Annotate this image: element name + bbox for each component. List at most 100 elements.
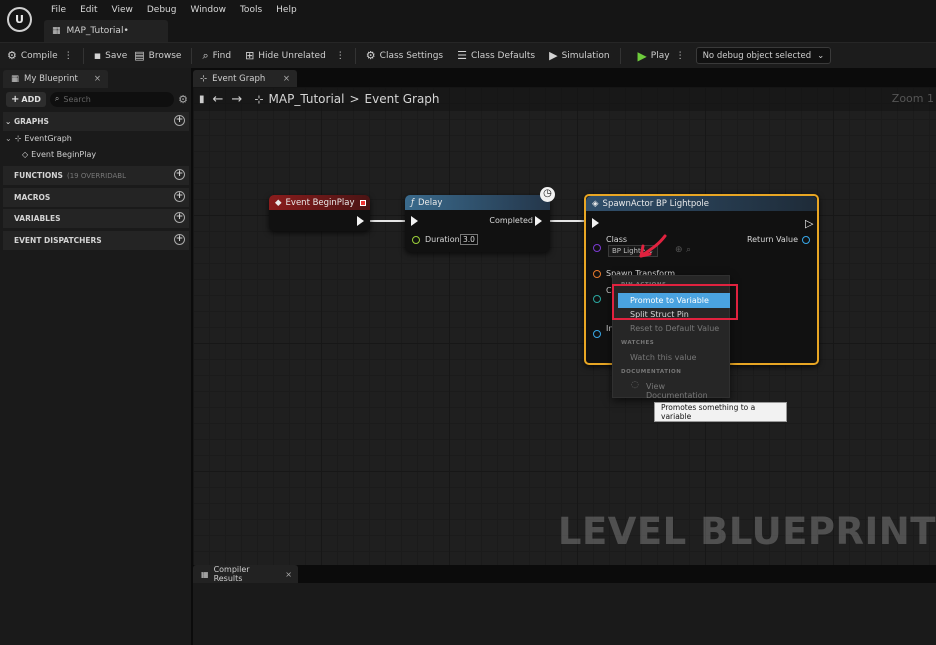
tab-my-blueprint[interactable]: ▦ My Blueprint ×: [3, 70, 108, 88]
close-icon[interactable]: ×: [94, 74, 101, 84]
node-event-beginplay[interactable]: ◆ Event BeginPlay: [269, 195, 370, 231]
exec-in-pin[interactable]: [592, 218, 599, 228]
simulation-button[interactable]: ▶ Simulation: [542, 45, 616, 67]
class-defaults-label: Class Defaults: [471, 50, 536, 61]
find-icon: ⌕: [202, 48, 209, 62]
hide-unrelated-button[interactable]: ⊞ Hide Unrelated ⋮: [238, 45, 352, 67]
settings-gear-icon[interactable]: ⚙: [178, 93, 188, 106]
search-input[interactable]: ⌕ Search: [49, 91, 175, 107]
my-blueprint-panel: ▦ My Blueprint × + ADD ⌕ Search ⚙ ⌄ GRAP…: [0, 68, 191, 645]
toolbar: ⚙ Compile ⋮ ▪ Save ▤ Browse ⌕ Find ⊞ Hid…: [0, 42, 936, 68]
play-button[interactable]: ▶ Play ⋮: [624, 45, 692, 67]
close-icon[interactable]: ×: [283, 74, 290, 84]
return-value-pin[interactable]: [802, 236, 810, 244]
tab-compiler-results[interactable]: ▦ Compiler Results ×: [193, 565, 298, 583]
add-graph-icon[interactable]: +: [174, 115, 185, 126]
node-delay-title: Delay: [418, 197, 443, 208]
instigator-pin[interactable]: [593, 330, 601, 338]
duration-pin-label: Duration: [425, 235, 460, 244]
section-variables[interactable]: VARIABLES +: [3, 209, 189, 228]
add-button[interactable]: + ADD: [6, 91, 46, 107]
view-documentation-item[interactable]: View Documentation: [646, 382, 729, 400]
document-tab[interactable]: ▦ MAP_Tutorial•: [44, 20, 168, 42]
exec-in-pin[interactable]: [411, 216, 418, 226]
node-event-beginplay-title: Event BeginPlay: [285, 197, 355, 208]
tab-compiler-results-label: Compiler Results: [213, 565, 250, 583]
browse-asset-icon[interactable]: ⊕: [675, 245, 683, 255]
annotation-highlight-box: [612, 284, 738, 320]
node-event-beginplay-header: ◆ Event BeginPlay: [269, 195, 370, 210]
completed-pin-label: Completed: [489, 216, 533, 225]
spawn-transform-pin[interactable]: [593, 270, 601, 278]
browse-icon: ▤: [134, 49, 145, 62]
duration-input[interactable]: 3.0: [460, 234, 478, 245]
gear-icon: ⚙: [365, 49, 376, 62]
blueprint-icon: ▦: [52, 26, 61, 36]
debug-object-select[interactable]: No debug object selected ⌄: [695, 47, 832, 64]
tree-item-event-beginplay[interactable]: ◇ Event BeginPlay: [22, 150, 96, 159]
tooltip: Promotes something to a variable: [654, 402, 787, 422]
chevron-down-icon: ⌄: [817, 50, 825, 61]
node-spawn-actor-title: SpawnActor BP Lightpole: [602, 198, 710, 209]
exec-out-pin[interactable]: ▷: [805, 217, 813, 230]
class-defaults-button[interactable]: ☰ Class Defaults: [450, 45, 542, 67]
search-placeholder: Search: [63, 94, 91, 104]
simulation-icon: ▶: [549, 49, 558, 62]
add-event-dispatcher-icon[interactable]: +: [174, 234, 185, 245]
section-graphs[interactable]: ⌄ GRAPHS +: [3, 112, 189, 131]
play-options-icon[interactable]: ⋮: [676, 51, 685, 61]
add-function-icon[interactable]: +: [174, 169, 185, 180]
completed-exec-pin[interactable]: [535, 216, 542, 226]
reset-default-value-item[interactable]: Reset to Default Value: [630, 324, 719, 333]
node-delay-header: ƒ Delay: [405, 195, 550, 210]
collision-pin[interactable]: [593, 295, 601, 303]
logo-letter: U: [15, 13, 24, 26]
compile-options-icon[interactable]: ⋮: [64, 51, 73, 61]
tree-item-event-graph[interactable]: ⌄ ⊹ EventGraph: [5, 134, 72, 143]
section-graphs-label: GRAPHS: [14, 117, 49, 126]
menu-window[interactable]: Window: [183, 4, 233, 16]
compiler-results-panel: [193, 583, 936, 645]
documentation-icon: ◌: [631, 380, 639, 390]
section-macros[interactable]: MACROS +: [3, 188, 189, 207]
tree-item-event-beginplay-label: Event BeginPlay: [31, 150, 97, 159]
expand-arrow-icon: ⌄: [5, 134, 12, 143]
section-functions[interactable]: FUNCTIONS (19 OVERRIDABL +: [3, 166, 189, 185]
document-tab-label: MAP_Tutorial•: [66, 26, 129, 36]
collapse-arrow-icon: ⌄: [5, 117, 12, 126]
class-settings-button[interactable]: ⚙ Class Settings: [359, 45, 450, 67]
menu-tools[interactable]: Tools: [233, 4, 269, 16]
compile-label: Compile: [20, 50, 58, 61]
delegate-pin-icon[interactable]: [360, 199, 366, 206]
class-settings-label: Class Settings: [379, 50, 444, 61]
compile-button[interactable]: ⚙ Compile ⋮: [0, 45, 80, 67]
search-asset-icon[interactable]: ⌕: [686, 245, 691, 255]
section-event-dispatchers[interactable]: EVENT DISPATCHERS +: [3, 231, 189, 250]
browse-button[interactable]: ▤ Browse: [134, 45, 188, 67]
hide-unrelated-options-icon[interactable]: ⋮: [336, 51, 345, 61]
duration-pin[interactable]: [412, 236, 420, 244]
tree-item-event-graph-label: EventGraph: [24, 134, 72, 143]
save-button[interactable]: ▪ Save: [87, 45, 135, 67]
menu-debug[interactable]: Debug: [140, 4, 184, 16]
exec-out-pin[interactable]: [357, 216, 364, 226]
graph-canvas[interactable]: ▮ ← → ⊹ MAP_Tutorial > Event Graph Zoom …: [193, 87, 936, 565]
unreal-logo-icon[interactable]: U: [7, 7, 32, 32]
browse-label: Browse: [148, 50, 182, 61]
sliders-icon: ☰: [457, 49, 467, 62]
functions-overridable-count: (19 OVERRIDABL: [66, 171, 126, 180]
watch-value-item[interactable]: Watch this value: [630, 353, 696, 362]
menu-view[interactable]: View: [105, 4, 140, 16]
menu-help[interactable]: Help: [269, 4, 304, 16]
node-delay[interactable]: ƒ Delay Completed Duration 3.0 ◷: [405, 187, 555, 252]
find-button[interactable]: ⌕ Find: [195, 45, 238, 67]
add-macro-icon[interactable]: +: [174, 191, 185, 202]
class-pin[interactable]: [593, 244, 601, 252]
graph-icon: ⊹: [14, 134, 22, 143]
menu-file[interactable]: File: [44, 4, 73, 16]
add-variable-icon[interactable]: +: [174, 212, 185, 223]
menu-edit[interactable]: Edit: [73, 4, 104, 16]
tab-my-blueprint-label: My Blueprint: [24, 74, 78, 84]
tab-event-graph[interactable]: ⊹ Event Graph ×: [193, 70, 297, 87]
close-icon[interactable]: ×: [285, 570, 292, 579]
